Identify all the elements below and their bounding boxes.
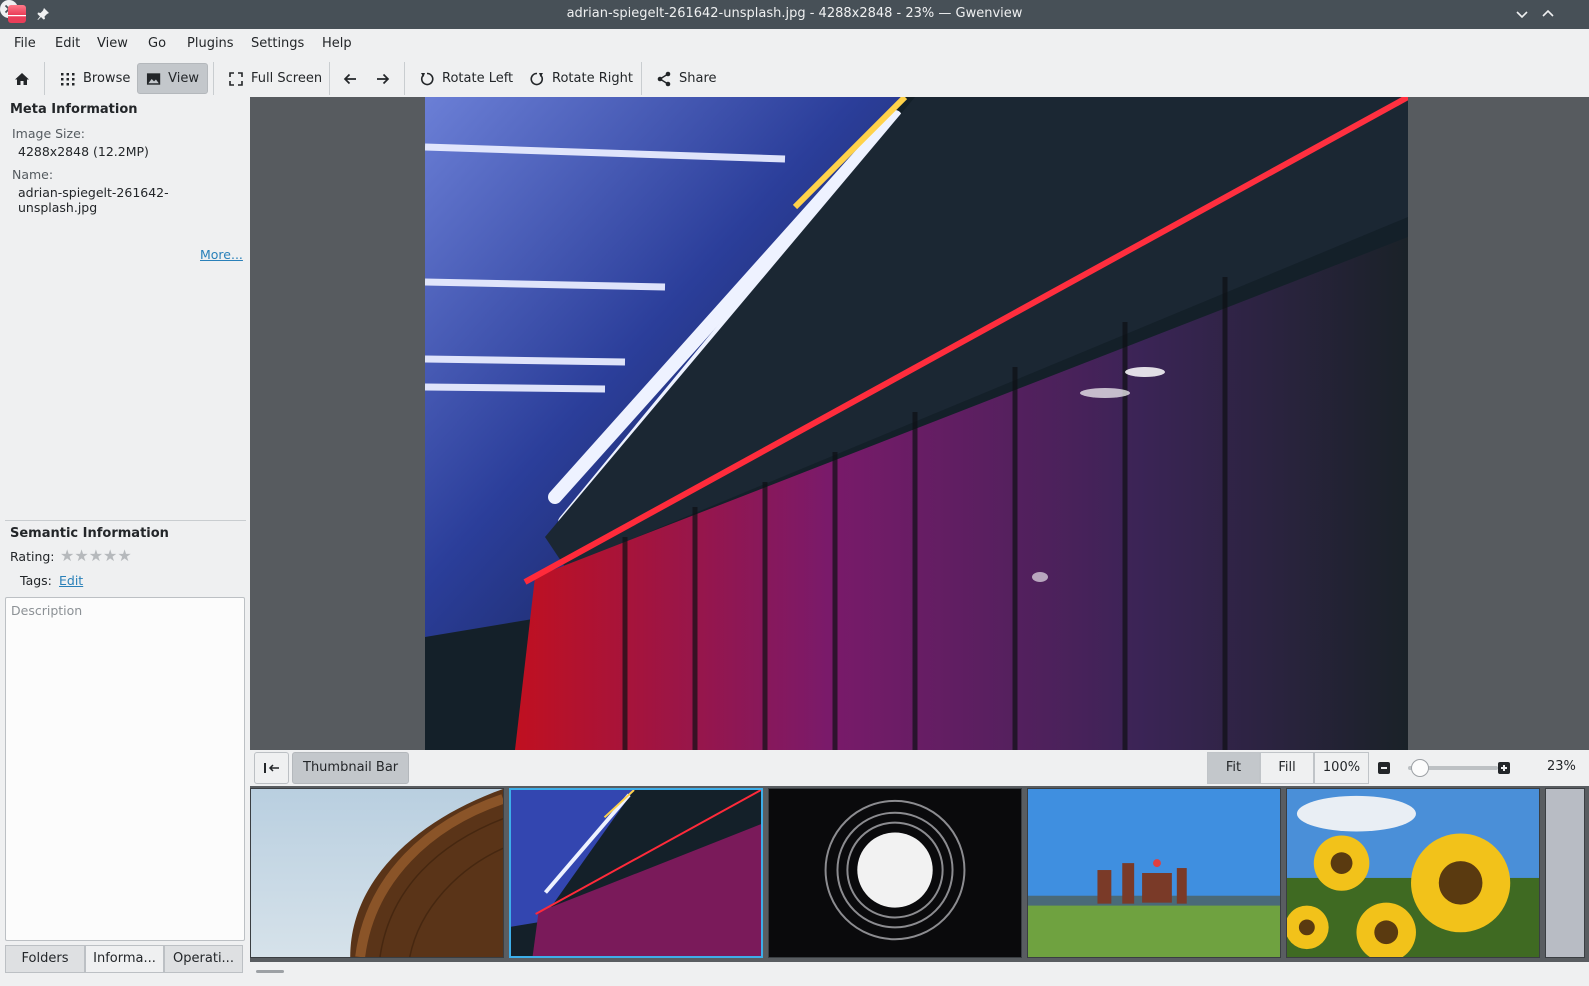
share-button[interactable]: Share xyxy=(648,63,725,94)
grid-icon xyxy=(61,72,75,85)
toolbar-separator xyxy=(329,62,330,95)
browse-label: Browse xyxy=(83,71,131,86)
star-icon[interactable]: ★ xyxy=(74,546,88,565)
minimize-icon[interactable] xyxy=(1513,5,1531,23)
home-button[interactable] xyxy=(6,63,38,94)
rotate-left-button[interactable]: Rotate Left xyxy=(411,63,521,94)
thumbnail-light-spiral[interactable] xyxy=(768,788,1022,958)
star-icon[interactable]: ★ xyxy=(117,546,131,565)
previous-button[interactable] xyxy=(334,63,366,94)
rotate-left-label: Rotate Left xyxy=(442,71,514,86)
main-toolbar: Browse View Full Screen Rotate Left Rota… xyxy=(0,59,1589,97)
menu-edit[interactable]: Edit xyxy=(55,36,80,51)
sidebar: Meta Information Image Size: 4288x2848 (… xyxy=(0,97,246,986)
zoom-out-icon[interactable] xyxy=(1377,761,1391,775)
fullscreen-icon xyxy=(229,71,243,86)
toolbar-separator xyxy=(213,62,214,95)
thumbnail-gas-works-park[interactable] xyxy=(1027,788,1281,958)
toolbar-separator xyxy=(44,62,45,95)
tab-operations[interactable]: Operati... xyxy=(164,945,243,973)
description-placeholder: Description xyxy=(11,603,83,618)
name-label: Name: xyxy=(12,167,54,182)
arrow-right-icon xyxy=(377,73,390,84)
arrow-left-icon xyxy=(343,73,356,84)
star-icon[interactable]: ★ xyxy=(103,546,117,565)
rating-stars[interactable]: ★★★★★ xyxy=(60,546,132,565)
tab-information[interactable]: Informa... xyxy=(85,945,164,973)
thumbnail-bar-button[interactable]: Thumbnail Bar xyxy=(292,752,410,784)
zoom-percentage: 23% xyxy=(1547,759,1576,774)
thumbnail-stadium-roof[interactable] xyxy=(250,788,504,958)
menu-plugins[interactable]: Plugins xyxy=(187,36,234,51)
zoom-slider-handle[interactable] xyxy=(1411,759,1429,777)
title-bar: adrian-spiegelt-261642-unsplash.jpg - 42… xyxy=(0,0,1589,29)
semantic-info-heading: Semantic Information xyxy=(10,526,169,541)
toolbar-separator xyxy=(404,62,405,95)
thumbnail-bar xyxy=(250,786,1589,962)
more-link[interactable]: More... xyxy=(200,247,243,262)
menu-view[interactable]: View xyxy=(97,36,128,51)
main-image[interactable] xyxy=(425,97,1408,750)
tags-edit-link[interactable]: Edit xyxy=(59,573,83,588)
image-size-label: Image Size: xyxy=(12,126,85,141)
menu-bar: File Edit View Go Plugins Settings Help xyxy=(0,29,1589,59)
window-title: adrian-spiegelt-261642-unsplash.jpg - 42… xyxy=(566,6,1023,21)
view-label: View xyxy=(168,71,199,86)
tags-label: Tags: xyxy=(20,573,52,588)
full-screen-label: Full Screen xyxy=(251,71,323,86)
menu-settings[interactable]: Settings xyxy=(251,36,304,51)
share-icon xyxy=(657,71,671,86)
menu-go[interactable]: Go xyxy=(148,36,166,51)
description-field[interactable]: Description xyxy=(5,597,245,941)
image-size-value: 4288x2848 (12.2MP) xyxy=(18,144,149,159)
home-icon xyxy=(15,72,29,85)
rotate-right-icon xyxy=(530,72,544,85)
next-button[interactable] xyxy=(367,63,399,94)
full-screen-button[interactable]: Full Screen xyxy=(220,63,330,94)
browse-button[interactable]: Browse xyxy=(52,63,138,94)
sidebar-collapse-icon xyxy=(263,763,279,773)
status-bar: Thumbnail Bar Fit Fill 100% 23% xyxy=(250,750,1589,786)
rating-label: Rating: xyxy=(10,549,55,564)
name-value: adrian-spiegelt-261642-unsplash.jpg xyxy=(18,185,169,215)
menu-help[interactable]: Help xyxy=(322,36,352,51)
star-icon[interactable]: ★ xyxy=(89,546,103,565)
toggle-sidebar-button[interactable] xyxy=(254,752,289,784)
zoom-in-icon[interactable] xyxy=(1497,761,1511,775)
thumbnail-scrollbar[interactable] xyxy=(256,970,284,973)
maximize-icon[interactable] xyxy=(1539,5,1557,23)
view-button[interactable]: View xyxy=(137,63,208,94)
image-viewer[interactable] xyxy=(250,97,1589,750)
meta-info-heading: Meta Information xyxy=(10,102,138,117)
rotate-left-icon xyxy=(420,72,434,85)
divider xyxy=(5,520,246,521)
thumbnail-partial[interactable] xyxy=(1545,788,1585,958)
thumbnail-sunflowers[interactable] xyxy=(1286,788,1540,958)
zoom-100-button[interactable]: 100% xyxy=(1314,752,1369,784)
tab-folders[interactable]: Folders xyxy=(5,945,85,973)
menu-file[interactable]: File xyxy=(14,36,36,51)
thumbnail-neon-corridor[interactable] xyxy=(509,788,763,958)
share-label: Share xyxy=(679,71,717,86)
star-icon[interactable]: ★ xyxy=(60,546,74,565)
zoom-fit-button[interactable]: Fit xyxy=(1207,752,1260,784)
toolbar-separator xyxy=(641,62,642,95)
image-icon xyxy=(146,72,161,85)
zoom-fill-button[interactable]: Fill xyxy=(1260,752,1314,784)
rotate-right-label: Rotate Right xyxy=(552,71,633,86)
rotate-right-button[interactable]: Rotate Right xyxy=(521,63,641,94)
